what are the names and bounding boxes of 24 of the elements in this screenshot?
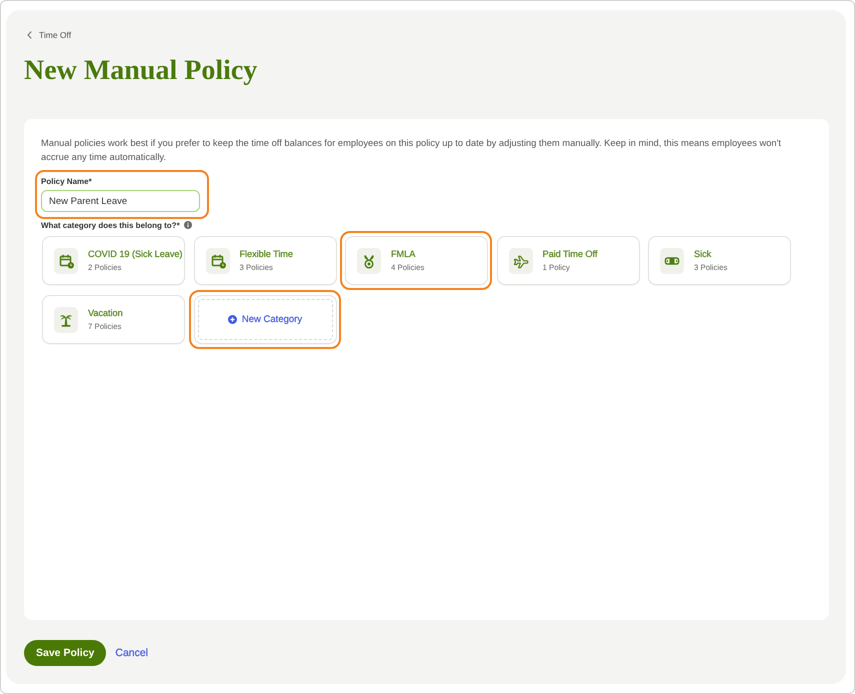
category-name: Sick: [694, 249, 712, 260]
category-question: What category does this belong to?*: [41, 220, 180, 230]
cancel-link[interactable]: Cancel: [115, 647, 148, 659]
calendar-clock-icon: [206, 248, 230, 274]
field-label: Policy Name*: [41, 177, 93, 187]
category-name: Vacation: [88, 308, 123, 319]
page-title: New Manual Policy: [24, 54, 258, 87]
back-link[interactable]: Time Off: [24, 29, 72, 41]
category-name: Paid Time Off: [542, 249, 598, 260]
plus-circle-icon: [228, 315, 237, 324]
info-icon[interactable]: [184, 221, 192, 229]
chevron-left-icon: [27, 31, 32, 39]
new-category-button[interactable]: New Category: [194, 295, 336, 344]
save-policy-button[interactable]: Save Policy: [24, 640, 106, 666]
calendar-clock-icon: [54, 248, 78, 274]
description-text: Manual policies work best if you prefer to keep the time off balances for employees on this policy up to date by adjusting them manually. Keep in mind, this means employees won't accrue any time automatically.: [41, 137, 782, 164]
palm-tree-icon: [54, 306, 78, 332]
airplane-icon: [508, 248, 532, 274]
bandage-icon: [660, 248, 684, 274]
category-name: FMLA: [391, 249, 416, 260]
category-name: COVID 19 (Sick Leave): [88, 249, 182, 260]
category-name: Flexible Time: [240, 249, 293, 260]
policy-name-field[interactable]: New Parent Leave: [41, 190, 200, 212]
medal-icon: [357, 248, 381, 274]
